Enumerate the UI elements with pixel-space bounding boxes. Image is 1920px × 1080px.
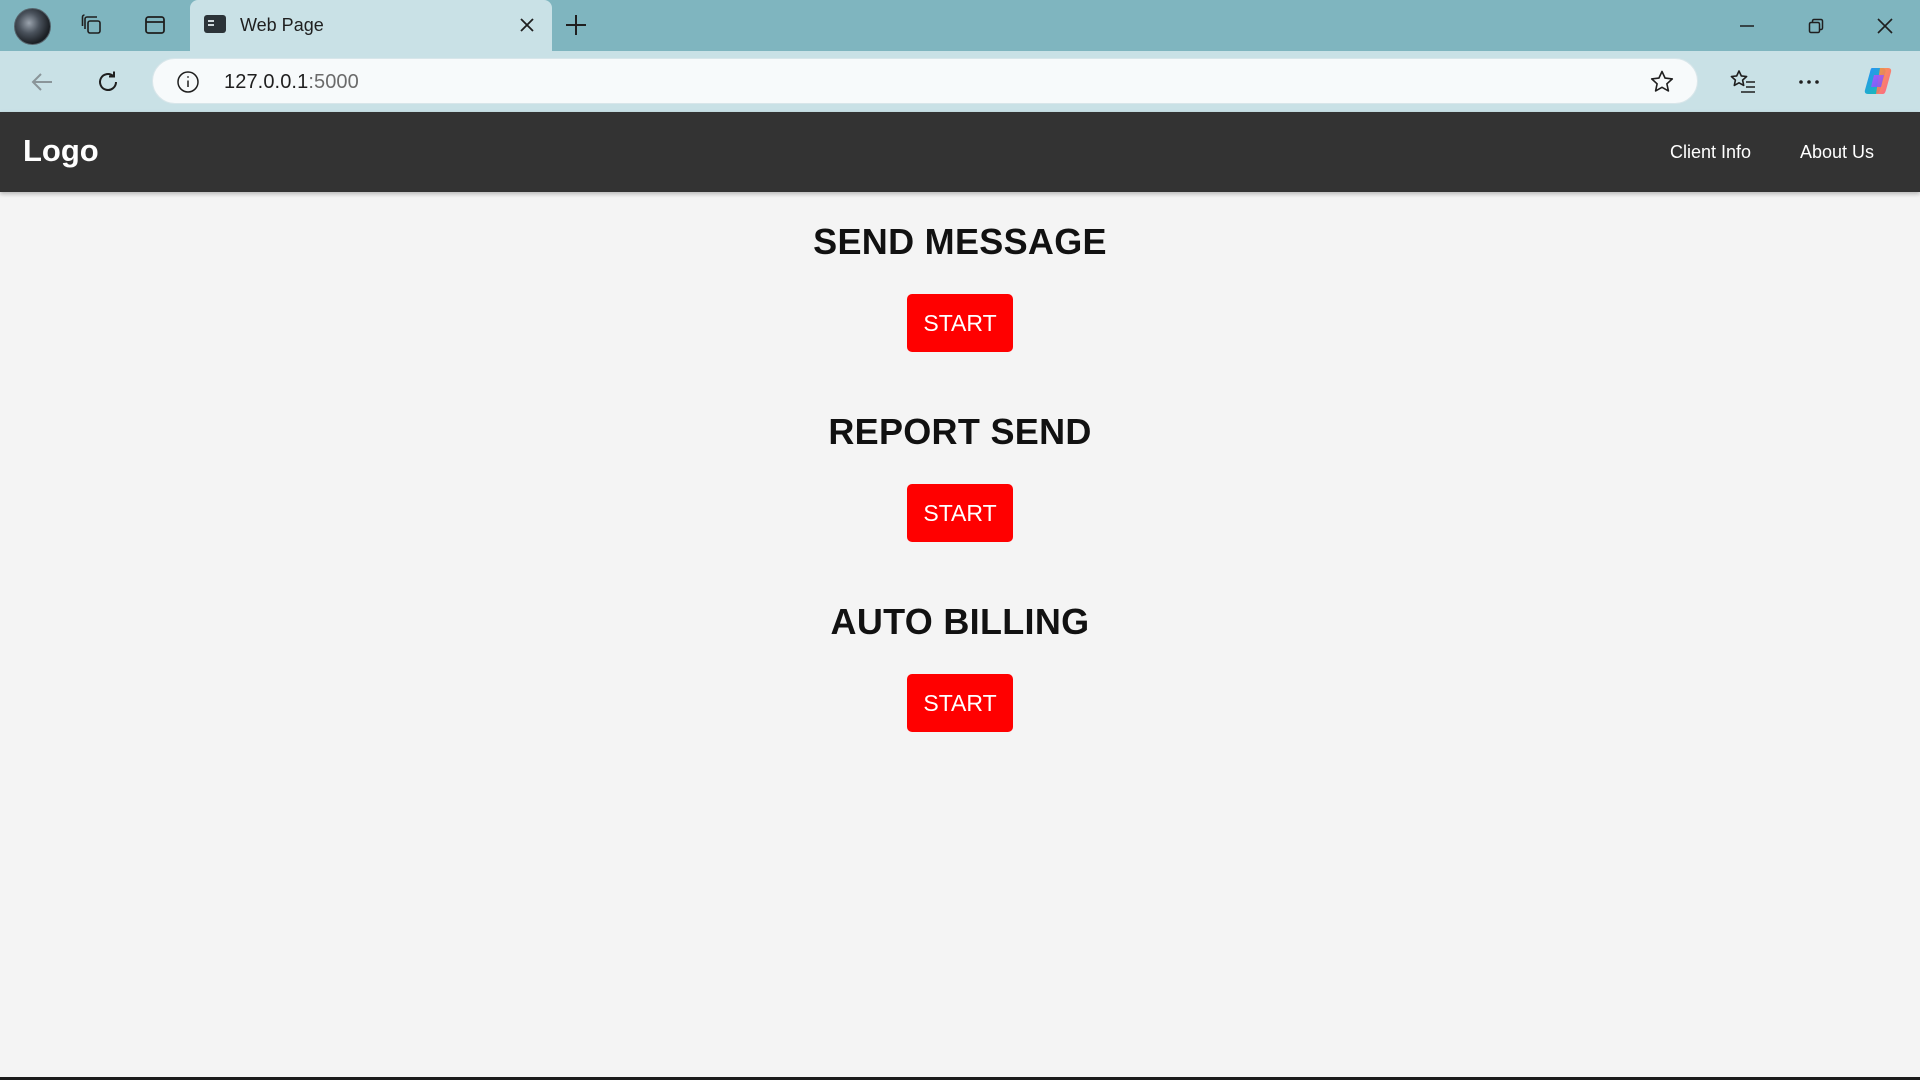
site-navbar: Logo Client Info About Us [0, 112, 1920, 192]
terminal-favicon-icon [204, 15, 226, 33]
new-tab-icon[interactable] [558, 7, 594, 43]
nav-link-client-info[interactable]: Client Info [1670, 142, 1751, 163]
url-host: 127.0.0.1 [224, 71, 309, 93]
address-bar[interactable]: 127.0.0.1:5000 [152, 58, 1698, 104]
site-logo[interactable]: Logo [23, 133, 99, 169]
favorites-list-icon[interactable] [1724, 63, 1762, 101]
url-text[interactable]: 127.0.0.1:5000 [224, 71, 359, 94]
workspaces-icon[interactable] [74, 7, 110, 43]
tab-title: Web Page [240, 15, 324, 35]
minimize-icon[interactable] [1713, 0, 1781, 51]
section-send-message: SEND MESSAGE START [0, 221, 1920, 352]
report-send-start-button[interactable]: START [907, 484, 1013, 542]
reload-icon[interactable] [89, 63, 127, 101]
copilot-icon[interactable] [1862, 63, 1898, 99]
auto-billing-start-button[interactable]: START [907, 674, 1013, 732]
send-message-start-button[interactable]: START [907, 294, 1013, 352]
section-auto-billing: AUTO BILLING START [0, 601, 1920, 732]
nav-link-about-us[interactable]: About Us [1800, 142, 1874, 163]
section-title: AUTO BILLING [830, 601, 1090, 642]
browser-tab-strip: Web Page [0, 0, 1920, 51]
site-info-icon[interactable] [176, 70, 200, 94]
section-report-send: REPORT SEND START [0, 411, 1920, 542]
close-window-icon[interactable] [1851, 0, 1919, 51]
back-arrow-icon[interactable] [23, 63, 61, 101]
profile-avatar[interactable] [14, 8, 51, 45]
section-title: SEND MESSAGE [813, 221, 1107, 262]
active-tab[interactable]: Web Page [190, 0, 552, 51]
close-tab-icon[interactable] [512, 10, 542, 40]
section-title: REPORT SEND [828, 411, 1092, 452]
vertical-tabs-icon[interactable] [137, 7, 173, 43]
restore-icon[interactable] [1782, 0, 1850, 51]
more-options-icon[interactable] [1790, 63, 1828, 101]
url-port: :5000 [308, 71, 359, 93]
favorite-star-icon[interactable] [1649, 69, 1675, 95]
